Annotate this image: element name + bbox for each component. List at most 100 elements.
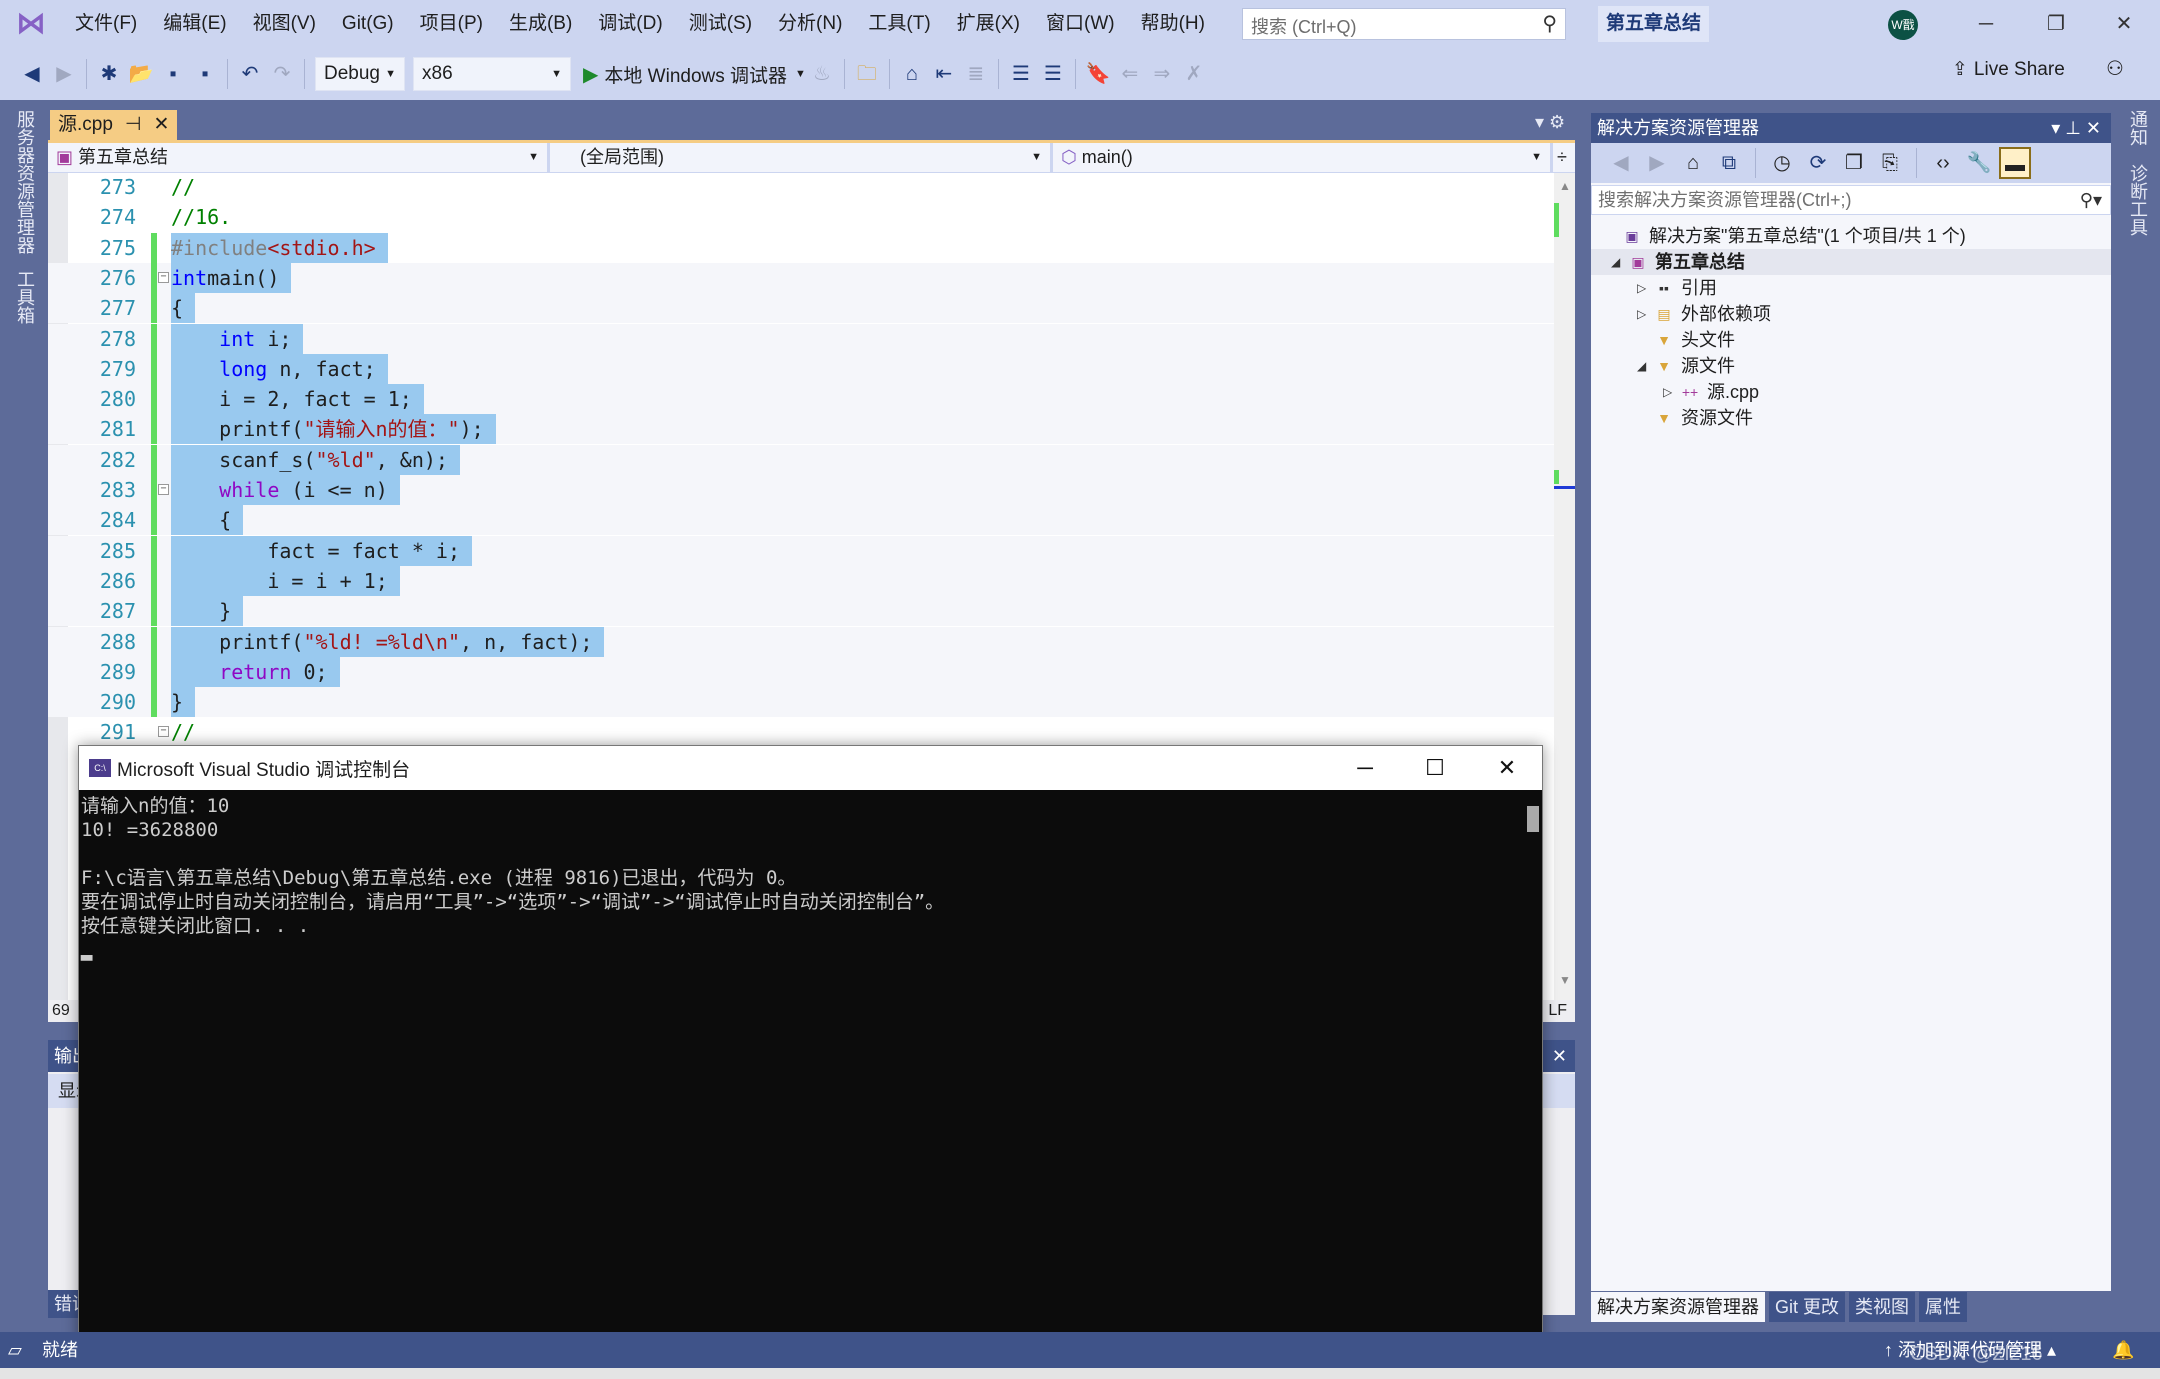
scope-dropdown[interactable]: (全局范围) ▼	[550, 143, 1053, 173]
restore-button[interactable]: ❐	[2036, 8, 2076, 40]
code-line[interactable]: 277 {	[48, 293, 1554, 324]
project-dropdown[interactable]: ▣ 第五章总结 ▼	[48, 143, 550, 173]
tab-source-cpp[interactable]: 源.cpp ⊣ ✕	[50, 110, 178, 140]
undo-icon[interactable]: ↶	[234, 58, 266, 90]
open-file-icon[interactable]: 📂	[125, 58, 157, 90]
show-all-files-icon[interactable]: ⎘	[1874, 147, 1906, 179]
code-line[interactable]: 287 }	[48, 596, 1554, 627]
member-dropdown[interactable]: ⬡ main() ▼	[1053, 143, 1553, 173]
solution-search-input[interactable]: 搜索解决方案资源管理器(Ctrl+;) ⚲▾	[1591, 185, 2111, 215]
live-share-button[interactable]: ⇪ Live Share	[1952, 58, 2065, 81]
hot-reload-icon[interactable]: ♨	[806, 58, 838, 90]
code-line[interactable]: 276 − intmain()	[48, 262, 1554, 293]
toolbox-tab[interactable]: 工具箱	[12, 270, 38, 324]
avatar[interactable]: W戬	[1888, 10, 1918, 40]
tab-options[interactable]: ▾ ⚙	[1535, 112, 1565, 133]
expand-arrow-icon[interactable]: ▷	[1663, 379, 1679, 405]
tree-item[interactable]: ◢ ▼ 源文件	[1591, 353, 2111, 379]
collapse-icon[interactable]: −	[158, 726, 169, 738]
comment-icon[interactable]: ≣	[960, 58, 992, 90]
expand-arrow-icon[interactable]: ◢	[1637, 353, 1653, 379]
bottom-tab[interactable]: 解决方案资源管理器	[1591, 1292, 1765, 1322]
code-line[interactable]: 290}	[48, 687, 1554, 718]
clear-bookmarks-icon[interactable]: ✗	[1178, 58, 1210, 90]
split-icon[interactable]: ÷	[1553, 143, 1575, 173]
tree-item[interactable]: ▼ 头文件	[1591, 327, 2111, 353]
tree-item[interactable]: ▷ ++ 源.cpp	[1591, 379, 2111, 405]
collapse-all-icon[interactable]: ❐	[1838, 147, 1870, 179]
menu-item[interactable]: 工具(T)	[855, 0, 943, 48]
expand-arrow-icon[interactable]: ▷	[1637, 275, 1653, 301]
code-line[interactable]: 284 {	[48, 505, 1554, 536]
console-close-button[interactable]: ✕	[1477, 750, 1537, 786]
new-project-icon[interactable]: ✱	[93, 58, 125, 90]
zoom-level[interactable]: 69	[52, 1002, 70, 1019]
switch-views-icon[interactable]: ⧉	[1713, 147, 1745, 179]
code-line[interactable]: 283 − while (i <= n)	[48, 475, 1554, 505]
view-code-icon[interactable]: ‹›	[1927, 147, 1959, 179]
find-in-files-icon[interactable]: 🗀	[851, 58, 883, 90]
bottom-tab[interactable]: 类视图	[1849, 1292, 1916, 1322]
outdent-icon[interactable]: ☰	[1037, 58, 1069, 90]
bottom-tab[interactable]: 属性	[1919, 1292, 1968, 1322]
expand-arrow-icon[interactable]: ◢	[1611, 249, 1627, 275]
se-window-controls[interactable]: ▾ ⊥ ✕	[2051, 113, 2101, 143]
code-line[interactable]: 274 //16.	[48, 202, 1554, 232]
notifications-bell-icon[interactable]: 🔔	[2112, 1332, 2134, 1368]
bookmark-icon[interactable]: 🔖	[1082, 58, 1114, 90]
tree-item[interactable]: ▷ ▪▪ 引用	[1591, 275, 2111, 301]
tree-item[interactable]: ◢ ▣ 第五章总结	[1591, 249, 2111, 275]
code-line[interactable]: 288 printf("%ld! =%ld\n", n, fact);	[48, 626, 1554, 657]
redo-icon[interactable]: ↷	[266, 58, 298, 90]
menu-item[interactable]: 生成(B)	[496, 0, 585, 48]
browser-icon[interactable]: ⌂	[896, 58, 928, 90]
code-line[interactable]: 275 #include<stdio.h>	[48, 232, 1554, 263]
sync-icon[interactable]: ⟳	[1802, 147, 1834, 179]
menu-item[interactable]: 调试(D)	[585, 0, 675, 48]
menu-item[interactable]: 项目(P)	[407, 0, 496, 48]
properties-icon[interactable]: 🔧	[1963, 147, 1995, 179]
platform-select[interactable]: x86 ▼	[413, 57, 571, 91]
minimize-button[interactable]: ─	[1966, 8, 2006, 40]
prev-bookmark-icon[interactable]: ⇐	[1114, 58, 1146, 90]
pending-changes-icon[interactable]: ◷	[1766, 147, 1798, 179]
code-line[interactable]: 279 long n, fact;	[48, 353, 1554, 384]
debug-console-window[interactable]: C:\ Microsoft Visual Studio 调试控制台 ─ ☐ ✕ 请…	[78, 745, 1543, 1368]
save-icon[interactable]: ▪	[157, 58, 189, 90]
menu-item[interactable]: 分析(N)	[765, 0, 855, 48]
menu-item[interactable]: 测试(S)	[676, 0, 765, 48]
console-output[interactable]: 请输入n的值：10 10! =3628800 F:\c语言\第五章总结\Debug\…	[79, 790, 1519, 1368]
notifications-tab[interactable]: 通知	[2125, 110, 2151, 146]
close-tab-icon[interactable]: ✕	[153, 110, 169, 140]
menu-item[interactable]: 窗口(W)	[1033, 0, 1128, 48]
code-line[interactable]: 273 //	[48, 173, 1554, 202]
pin-icon[interactable]: ⊣	[125, 110, 142, 140]
tree-item[interactable]: ▣ 解决方案"第五章总结"(1 个项目/共 1 个)	[1591, 223, 2111, 249]
editor-scrollbar[interactable]: ▲ ▼	[1554, 173, 1575, 1000]
step-icon[interactable]: ⇤	[928, 58, 960, 90]
code-line[interactable]: 285 fact = fact * i;	[48, 535, 1554, 566]
expand-arrow-icon[interactable]: ▷	[1637, 301, 1653, 327]
code-line[interactable]: 291 −//	[48, 717, 1554, 747]
bottom-tab[interactable]: Git 更改	[1769, 1292, 1846, 1322]
code-line[interactable]: 281 printf("请输入n的值：");	[48, 414, 1554, 445]
code-line[interactable]: 280 i = 2, fact = 1;	[48, 384, 1554, 415]
tree-item[interactable]: ▼ 资源文件	[1591, 405, 2111, 431]
preview-icon[interactable]: ▬	[1999, 147, 2031, 179]
code-line[interactable]: 286 i = i + 1;	[48, 565, 1554, 596]
code-line[interactable]: 278 int i;	[48, 323, 1554, 354]
back-icon[interactable]: ◀	[1605, 147, 1637, 179]
save-all-icon[interactable]: ▪	[189, 58, 221, 90]
line-ending[interactable]: LF	[1548, 1000, 1567, 1022]
next-bookmark-icon[interactable]: ⇒	[1146, 58, 1178, 90]
collapse-icon[interactable]: −	[158, 484, 169, 495]
server-explorer-tab[interactable]: 服务器资源管理器	[12, 110, 38, 254]
close-button[interactable]: ✕	[2104, 8, 2144, 40]
console-scrollbar[interactable]	[1527, 806, 1539, 832]
console-title-bar[interactable]: C:\ Microsoft Visual Studio 调试控制台	[79, 746, 1542, 790]
menu-item[interactable]: Git(G)	[329, 0, 407, 48]
home-icon[interactable]: ⌂	[1677, 147, 1709, 179]
console-minimize-button[interactable]: ─	[1335, 750, 1395, 786]
forward-icon[interactable]: ▶	[48, 58, 80, 90]
collapse-icon[interactable]: −	[158, 271, 169, 283]
